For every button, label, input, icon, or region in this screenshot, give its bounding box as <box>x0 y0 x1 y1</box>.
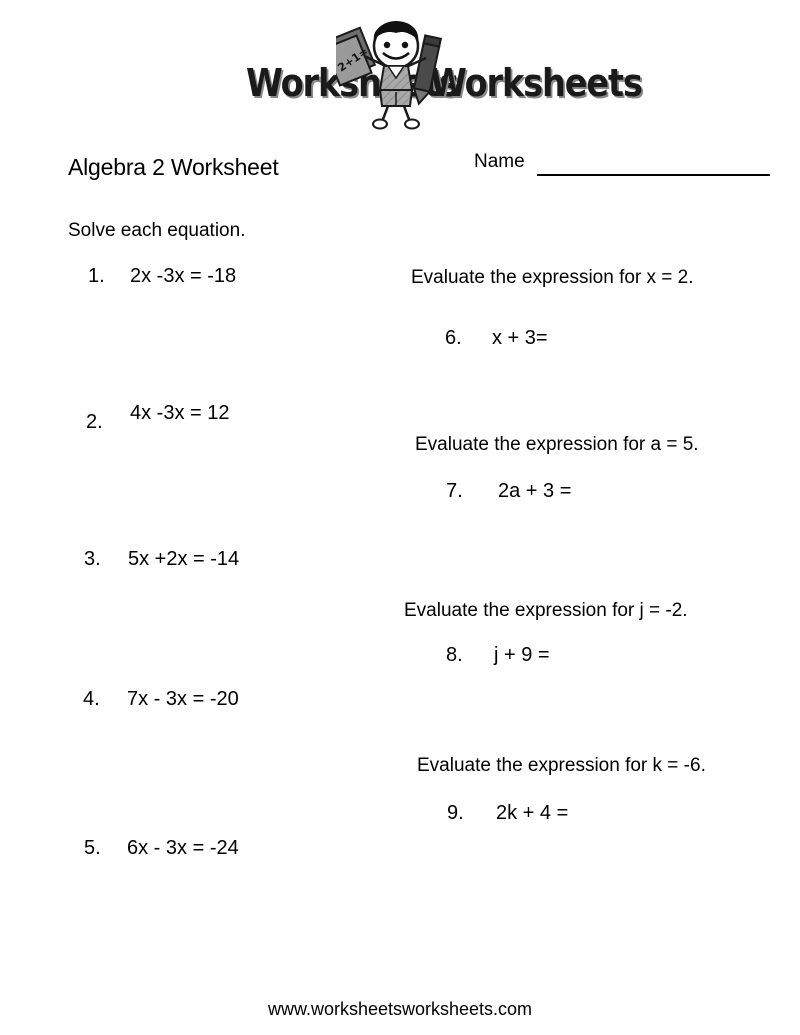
problem-item: 9. 2k + 4 = <box>447 803 568 823</box>
problem-expression: 4x -3x = 12 <box>130 402 230 424</box>
problem-item: 7. 2a + 3 = <box>446 481 571 501</box>
problem-number: 5. <box>84 837 101 859</box>
problem-expression: 5x +2x = -14 <box>128 548 240 570</box>
evaluate-prompt: Evaluate the expression for k = -6. <box>417 755 706 776</box>
problem-number: 1. <box>88 265 105 287</box>
problem-number: 7. <box>446 480 463 502</box>
logo-wordmark-right: Worksheets <box>430 61 643 105</box>
evaluate-prompt: Evaluate the expression for x = 2. <box>411 267 694 288</box>
problem-item: 1. 2x -3x = -18 <box>88 266 236 286</box>
page-title: Algebra 2 Worksheet <box>68 154 279 180</box>
problem-item: 8. j + 9 = <box>446 645 550 665</box>
problem-expression: 7x - 3x = -20 <box>127 688 239 710</box>
kid-with-paper-and-pencil-icon: 2+1= <box>323 18 456 130</box>
footer-url: www.worksheetsworksheets.com <box>267 999 533 1019</box>
problem-expression: 2a + 3 = <box>498 480 572 502</box>
problem-item: 3. 5x +2x = -14 <box>84 549 239 569</box>
name-input-line[interactable] <box>537 174 770 176</box>
problem-number: 3. <box>84 548 101 570</box>
problem-item: 5. 6x - 3x = -24 <box>84 838 239 858</box>
problem-item: 2. 4x -3x = 12 <box>86 402 230 432</box>
problem-expression: x + 3= <box>492 327 548 349</box>
problem-expression: 2x -3x = -18 <box>130 265 237 287</box>
problem-number: 6. <box>445 327 462 349</box>
problem-expression: 2k + 4 = <box>496 802 569 824</box>
problem-number: 9. <box>447 802 464 824</box>
instruction-text: Solve each equation. <box>68 220 246 241</box>
problem-number: 4. <box>83 688 100 710</box>
problem-number: 8. <box>446 644 463 666</box>
evaluate-prompt: Evaluate the expression for a = 5. <box>415 434 699 455</box>
evaluate-prompt: Evaluate the expression for j = -2. <box>404 600 688 621</box>
problem-item: 4. 7x - 3x = -20 <box>83 689 239 709</box>
problem-item: 6. x + 3= <box>445 328 548 348</box>
site-logo: Worksheets Worksheets 2+1= <box>0 8 800 130</box>
problem-number: 2. <box>86 411 103 433</box>
problem-expression: 6x - 3x = -24 <box>127 837 239 859</box>
name-label: Name <box>474 151 525 172</box>
problem-expression: j + 9 = <box>494 644 550 666</box>
name-field-block: Name <box>474 152 774 182</box>
